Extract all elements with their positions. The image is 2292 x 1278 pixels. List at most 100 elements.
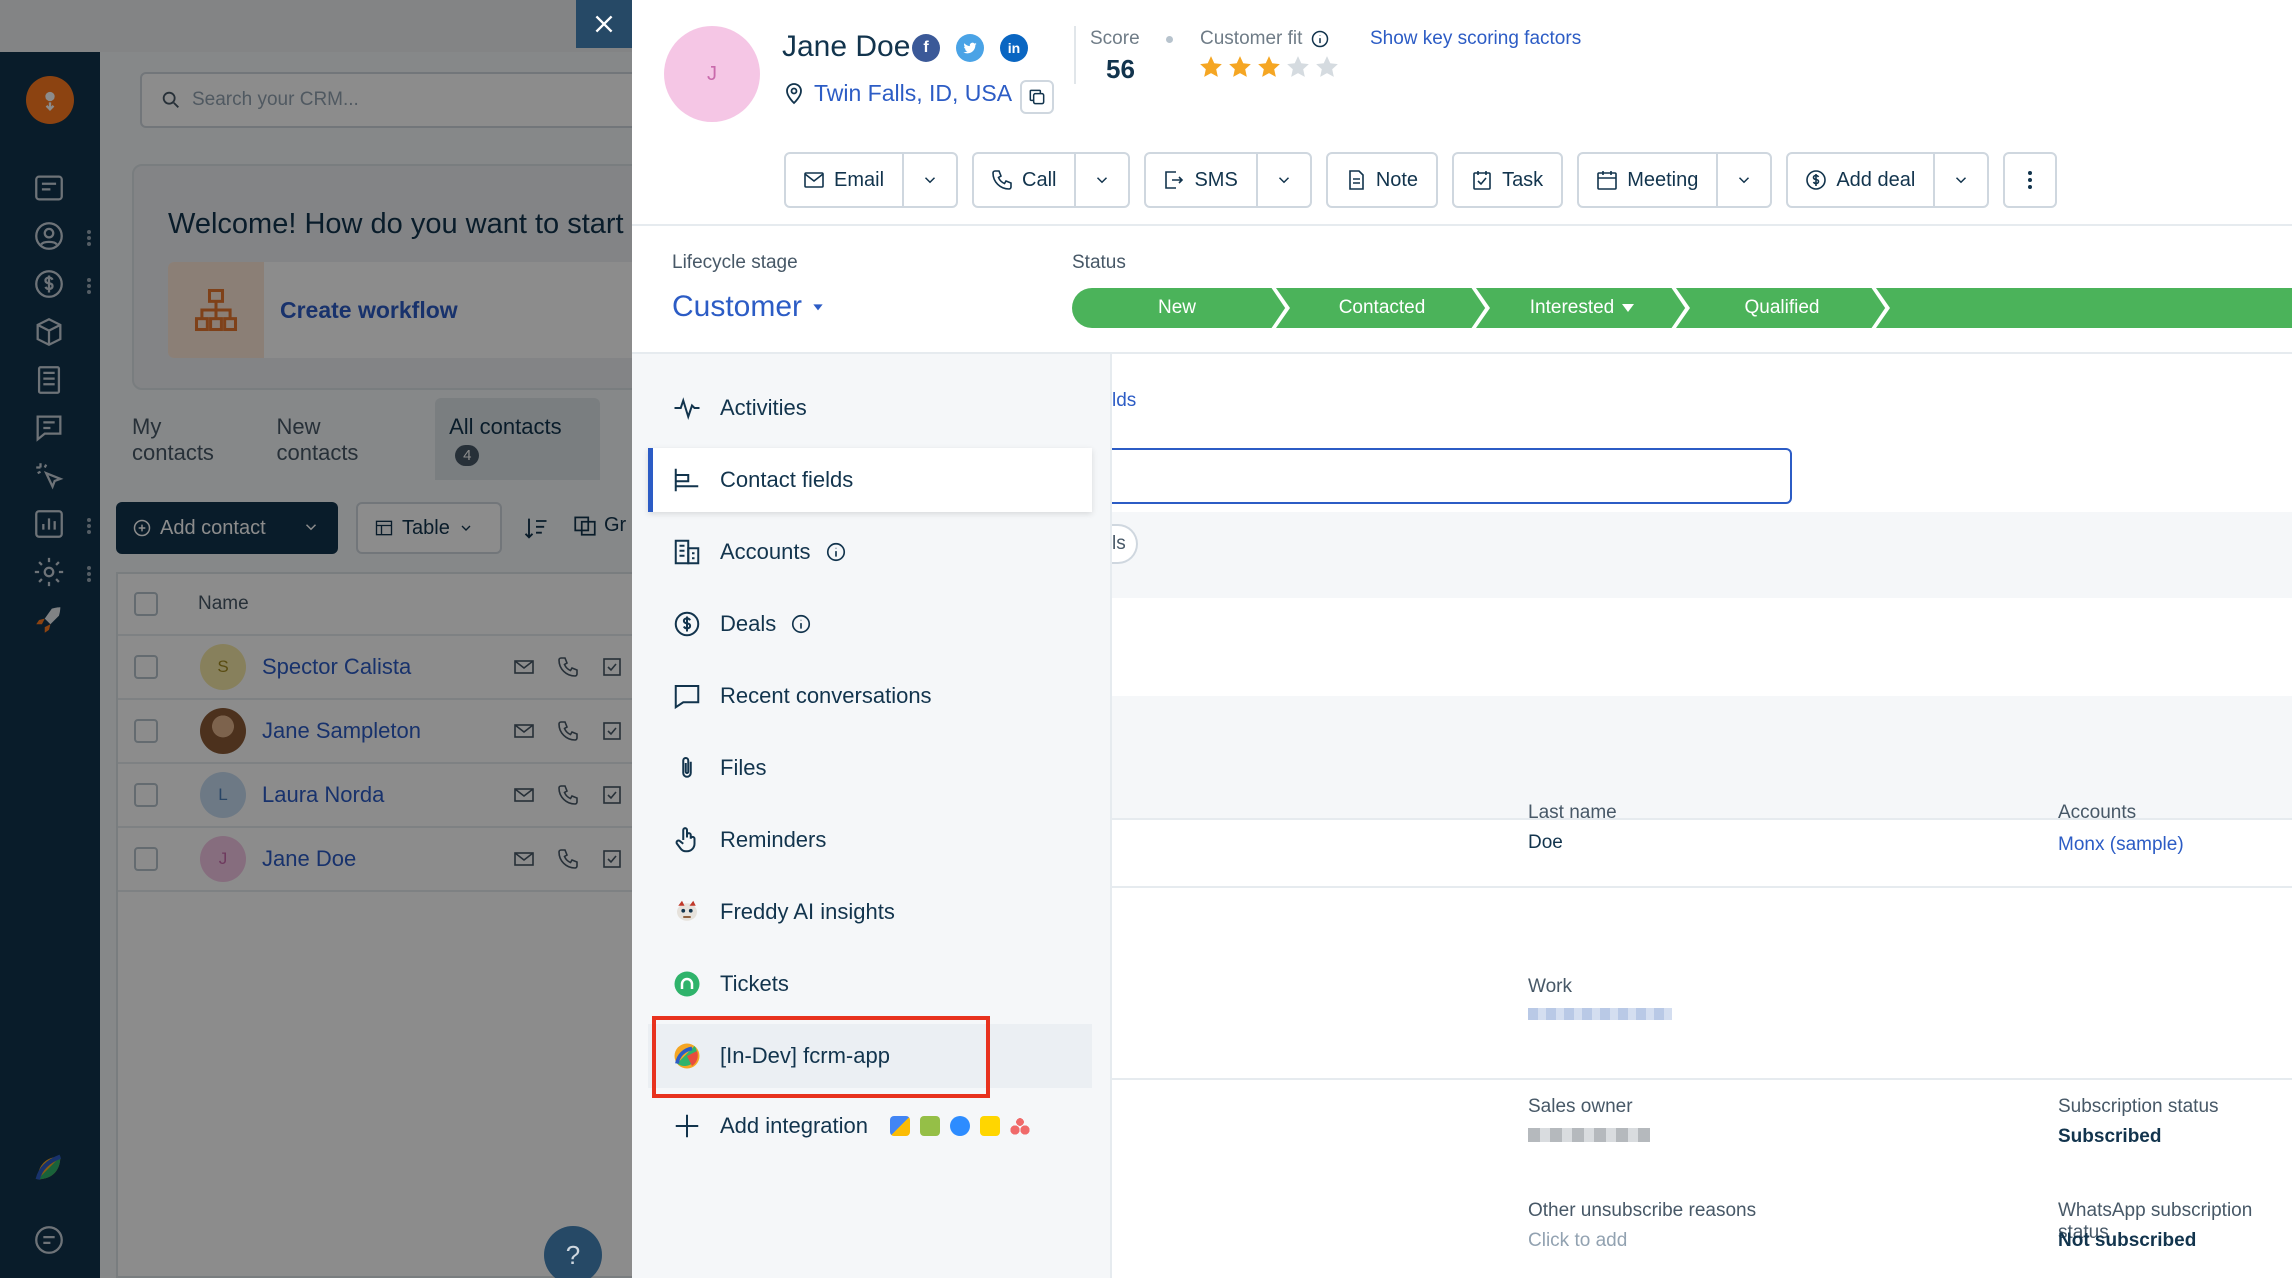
- status-stage-qualified[interactable]: Qualified: [1682, 288, 1882, 328]
- note-action-group: Note: [1325, 152, 1439, 208]
- add-deal-dropdown-button[interactable]: [1933, 154, 1987, 206]
- building-icon: [674, 539, 700, 565]
- nav-item-deals[interactable]: Deals: [648, 592, 1092, 656]
- zoom-icon: [950, 1116, 970, 1136]
- contact-name[interactable]: Jane Doe: [782, 30, 910, 64]
- task-icon: [1473, 171, 1491, 190]
- whatsapp-subscription-value[interactable]: Not subscribed: [2058, 1230, 2196, 1252]
- accounts-value-link[interactable]: Monx (sample): [2058, 834, 2184, 856]
- nav-item-label: Deals: [720, 611, 777, 636]
- nav-item-reminders[interactable]: Reminders: [648, 808, 1092, 872]
- contact-fields-content: lds ls Last name Doe Accounts Monx (samp…: [1112, 354, 2292, 1278]
- calendar-icon: [1597, 171, 1617, 190]
- section-band: [1112, 512, 2292, 598]
- work-value-redacted[interactable]: [1528, 1008, 1672, 1020]
- help-button[interactable]: ?: [544, 1226, 602, 1278]
- sales-owner-value-redacted[interactable]: [1528, 1128, 1650, 1142]
- asana-icon: [1010, 1116, 1030, 1136]
- lifecycle-stage-value: Customer: [672, 290, 803, 323]
- ticket-headset-icon: [674, 971, 700, 997]
- freddy-ai-icon: [677, 900, 697, 921]
- accounts-label: Accounts: [2058, 802, 2137, 823]
- info-icon[interactable]: [1310, 29, 1330, 49]
- note-button[interactable]: Note: [1328, 154, 1436, 206]
- deal-icon: [674, 611, 700, 637]
- nav-item-label: Reminders: [720, 827, 827, 852]
- status-stage-new[interactable]: New: [1072, 288, 1282, 328]
- divider: [632, 224, 2292, 226]
- modal-overlay[interactable]: [0, 0, 632, 1278]
- linkedin-icon[interactable]: in: [1000, 34, 1028, 62]
- nav-item-label: Recent conversations: [720, 683, 932, 708]
- nav-item-add-integration[interactable]: Add integration: [648, 1094, 1092, 1158]
- customer-fit-label: Customer fit: [1200, 28, 1330, 50]
- call-dropdown-button[interactable]: [1074, 154, 1128, 206]
- twitter-icon[interactable]: [956, 34, 984, 62]
- note-label: Note: [1375, 168, 1419, 191]
- paperclip-icon: [682, 757, 692, 778]
- divider: [1074, 26, 1076, 84]
- divider: [1112, 1078, 2292, 1080]
- nav-item-activities[interactable]: Activities: [648, 376, 1092, 440]
- nav-item-label: Accounts: [720, 539, 811, 564]
- status-stage-interested[interactable]: Interested: [1482, 288, 1682, 328]
- show-key-scoring-factors-link[interactable]: Show key scoring factors: [1370, 28, 1581, 50]
- integration-icons: [890, 1116, 1040, 1136]
- status-pipeline: New Contacted Interested Qualified: [1072, 288, 2292, 328]
- meeting-dropdown-button[interactable]: [1716, 154, 1770, 206]
- call-button[interactable]: Call: [974, 154, 1074, 206]
- google-calendar-icon: [890, 1116, 910, 1136]
- deal-icon: [1806, 170, 1827, 190]
- lifecycle-stage-dropdown[interactable]: Customer: [672, 290, 826, 324]
- lifecycle-stage-label: Lifecycle stage: [672, 252, 798, 273]
- conversation-icon: [674, 685, 700, 710]
- star-filled-icon: [1258, 56, 1280, 77]
- last-name-value[interactable]: Doe: [1528, 832, 1563, 854]
- contact-section-nav: Activities Contact fields Accounts Deals…: [632, 354, 1112, 1278]
- shopify-icon: [920, 1116, 940, 1136]
- sales-owner-label: Sales owner: [1528, 1096, 1633, 1117]
- info-icon[interactable]: [790, 613, 812, 635]
- meeting-action-group: Meeting: [1577, 152, 1773, 208]
- chevron-down-icon: [1956, 177, 1967, 184]
- task-button[interactable]: Task: [1454, 154, 1561, 206]
- fields-search-input[interactable]: [1112, 448, 1792, 504]
- action-toolbar: Email Call SMS Note Task Meeting Add dea…: [784, 152, 2058, 208]
- nav-item-contact-fields[interactable]: Contact fields: [648, 448, 1092, 512]
- more-actions-button[interactable]: [2003, 152, 2058, 208]
- status-stage-interested-label: Interested: [1529, 297, 1615, 318]
- meeting-button[interactable]: Meeting: [1579, 154, 1716, 206]
- nav-item-recent-conversations[interactable]: Recent conversations: [648, 664, 1092, 728]
- nav-item-accounts[interactable]: Accounts: [648, 520, 1092, 584]
- status-label: Status: [1072, 252, 1126, 273]
- sms-dropdown-button[interactable]: [1255, 154, 1310, 206]
- other-unsubscribe-reasons-value[interactable]: Click to add: [1528, 1230, 1627, 1252]
- sms-action-group: SMS: [1144, 152, 1312, 208]
- nav-item-freddy-ai-insights[interactable]: Freddy AI insights: [648, 880, 1092, 944]
- location-pin-icon: [786, 82, 802, 104]
- email-dropdown-button[interactable]: [902, 154, 956, 206]
- nav-item-tickets[interactable]: Tickets: [648, 952, 1092, 1016]
- copy-button[interactable]: [1020, 80, 1054, 114]
- caret-down-icon: [813, 304, 823, 311]
- fields-link[interactable]: lds: [1112, 390, 1136, 412]
- download-app-icon: [980, 1116, 1000, 1136]
- chevron-down-icon: [924, 177, 936, 184]
- sms-icon: [1165, 171, 1184, 189]
- sms-button[interactable]: SMS: [1146, 154, 1255, 206]
- close-panel-button[interactable]: [576, 0, 632, 48]
- add-deal-button[interactable]: Add deal: [1788, 154, 1933, 206]
- nav-item-files[interactable]: Files: [648, 736, 1092, 800]
- info-icon[interactable]: [825, 541, 847, 563]
- separator-dot: [1166, 36, 1173, 43]
- email-button[interactable]: Email: [786, 154, 902, 206]
- email-icon: [804, 172, 824, 188]
- facebook-icon[interactable]: f: [912, 34, 940, 62]
- contact-location[interactable]: Twin Falls, ID, USA: [782, 80, 1012, 107]
- subscription-status-value[interactable]: Subscribed: [2058, 1126, 2161, 1148]
- activity-icon: [674, 397, 700, 421]
- contact-fields-icon: [674, 468, 699, 492]
- plus-icon: [675, 1114, 699, 1138]
- score-value: 56: [1106, 54, 1135, 84]
- status-stage-contacted[interactable]: Contacted: [1282, 288, 1482, 328]
